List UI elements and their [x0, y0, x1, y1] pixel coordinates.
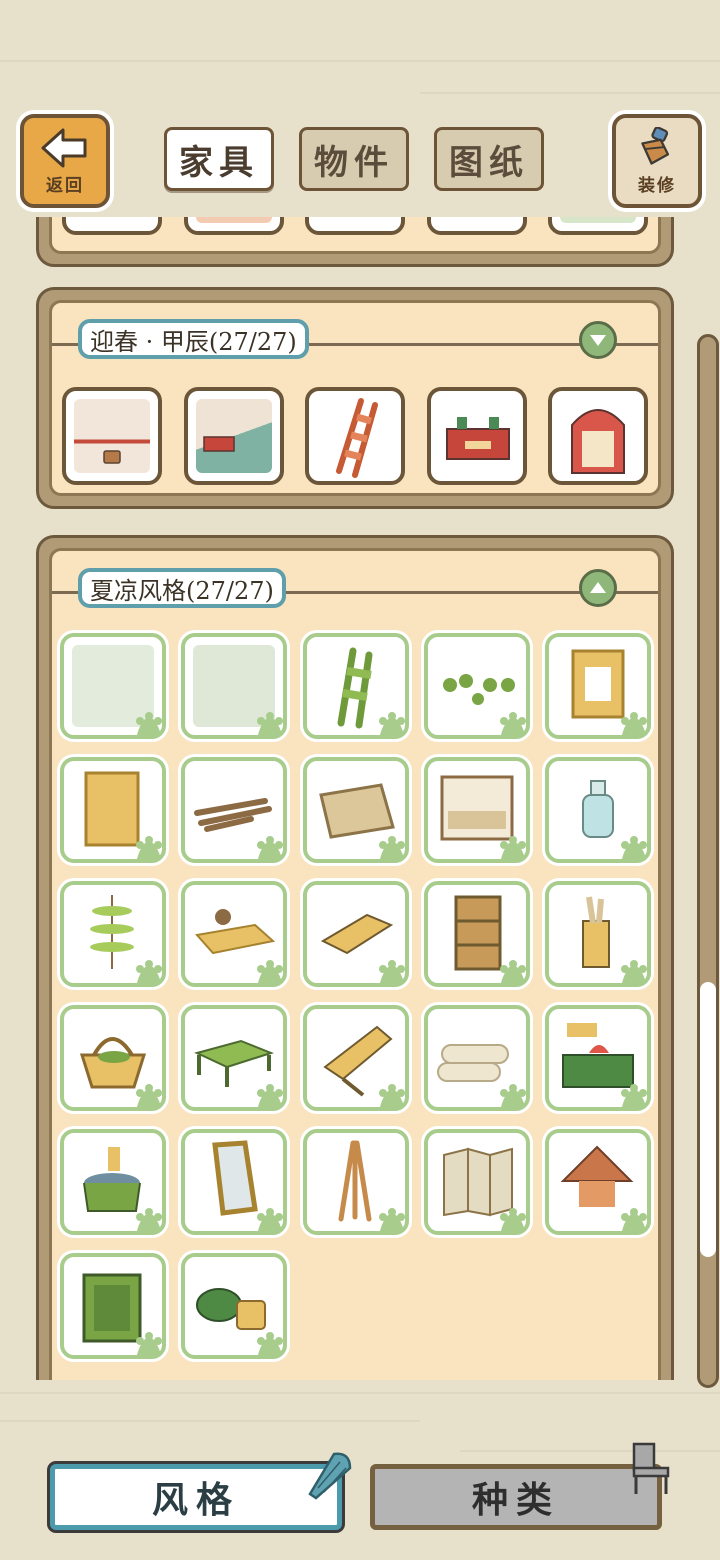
style-filter-button[interactable]: 风格 [50, 1464, 342, 1530]
tab-objects[interactable]: 物件 [299, 127, 409, 191]
seashell-icon [308, 1452, 352, 1500]
summer-item-bamboo-mirror[interactable] [181, 1129, 287, 1235]
summer-item-bamboo-shelf[interactable] [424, 881, 530, 987]
back-button[interactable]: 返回 [20, 114, 110, 208]
frog-foot-icon [500, 960, 526, 983]
chair-icon [632, 1442, 670, 1494]
prev-item-5[interactable] [548, 217, 648, 235]
prev-item-3[interactable] [305, 217, 405, 235]
summer-item-scroll-stand[interactable] [545, 881, 651, 987]
frog-foot-icon [379, 1208, 405, 1231]
railing-icon [203, 436, 235, 452]
frog-foot-icon [257, 1084, 283, 1107]
frog-foot-icon [136, 836, 162, 859]
frog-foot-icon [621, 1084, 647, 1107]
spring-item-wall[interactable] [62, 387, 162, 485]
paint-brush-icon [641, 126, 670, 165]
summer-item-bamboo-wall[interactable] [60, 633, 166, 739]
summer-item-rolled-mats[interactable] [424, 1005, 530, 1111]
summer-item-bamboo-door[interactable] [60, 757, 166, 863]
summer-item-bamboo-screen[interactable] [424, 1129, 530, 1235]
summer-item-watermelon-basket[interactable] [181, 1253, 287, 1359]
collapse-section-button[interactable] [579, 569, 617, 607]
frog-foot-icon [621, 960, 647, 983]
chevron-down-icon [590, 335, 606, 346]
section-title-spring: 迎春 · 甲辰(27/27) [78, 319, 309, 359]
summer-item-glass-bottle[interactable] [545, 757, 651, 863]
frog-foot-icon [257, 836, 283, 859]
style-filter-label: 风格 [151, 1480, 240, 1521]
frog-foot-icon [500, 1084, 526, 1107]
frog-foot-icon [136, 960, 162, 983]
frog-foot-icon [500, 712, 526, 735]
frog-foot-icon [621, 712, 647, 735]
summer-item-bamboo-crate[interactable] [60, 1253, 166, 1359]
frog-foot-icon [257, 1332, 283, 1355]
summer-item-tea-table[interactable] [181, 881, 287, 987]
summer-item-water-bucket[interactable] [60, 1129, 166, 1235]
summer-item-lounge-chair[interactable] [303, 1005, 409, 1111]
frog-foot-icon [379, 712, 405, 735]
summer-item-watermelon-counter[interactable] [545, 1005, 651, 1111]
frog-foot-icon [379, 960, 405, 983]
frog-foot-icon [136, 1084, 162, 1107]
back-arrow-icon [41, 128, 87, 167]
frog-foot-icon [136, 712, 162, 735]
summer-item-bamboo-floor[interactable] [181, 633, 287, 739]
frog-foot-icon [257, 960, 283, 983]
spring-item-floor[interactable] [184, 387, 284, 485]
tab-blueprints[interactable]: 图纸 [434, 127, 544, 191]
summer-item-bamboo-stool[interactable] [303, 881, 409, 987]
frog-foot-icon [257, 712, 283, 735]
frog-foot-icon [379, 836, 405, 859]
section-title-summer: 夏凉风格(27/27) [78, 568, 286, 608]
chevron-up-icon [590, 582, 606, 593]
spring-item-bench[interactable] [427, 387, 527, 485]
spring-item-ladder[interactable] [305, 387, 405, 485]
decorate-button[interactable]: 装修 [612, 114, 702, 208]
frog-foot-icon [500, 1208, 526, 1231]
bucket-icon [103, 450, 121, 464]
tab-furniture[interactable]: 家具 [164, 127, 274, 191]
red-ladder-icon [336, 398, 378, 478]
summer-item-leaf-chime[interactable] [60, 881, 166, 987]
frog-foot-icon [257, 1208, 283, 1231]
summer-item-bamboo-stools[interactable] [424, 633, 530, 739]
prev-item-1[interactable] [62, 217, 162, 235]
decorate-label: 装修 [638, 175, 676, 196]
summer-item-thatched-lamp[interactable] [545, 1129, 651, 1235]
summer-item-bamboo-ladder[interactable] [303, 633, 409, 739]
frog-foot-icon [621, 1208, 647, 1231]
back-label: 返回 [46, 175, 84, 196]
frog-foot-icon [500, 836, 526, 859]
furniture-list[interactable]: 迎春 · 甲辰(27/27) 夏凉风格(27/27) [0, 217, 720, 1380]
frog-foot-icon [621, 836, 647, 859]
frog-foot-icon [379, 1084, 405, 1107]
category-filter-label: 种类 [471, 1480, 560, 1521]
summer-item-bamboo-basket[interactable] [60, 1005, 166, 1111]
frog-foot-icon [136, 1208, 162, 1231]
spring-item-window[interactable] [548, 387, 648, 485]
red-bench-icon [446, 417, 510, 460]
prev-item-2[interactable] [184, 217, 284, 235]
summer-item-bamboo-tripod[interactable] [303, 1129, 409, 1235]
red-window-icon [571, 409, 625, 474]
prev-item-4[interactable] [427, 217, 527, 235]
expand-section-button[interactable] [579, 321, 617, 359]
summer-item-canopy-bed[interactable] [424, 757, 530, 863]
frog-foot-icon [136, 1332, 162, 1355]
summer-item-bamboo-window[interactable] [545, 633, 651, 739]
scrollbar-thumb[interactable] [700, 982, 716, 1257]
summer-item-bamboo-sticks[interactable] [181, 757, 287, 863]
summer-item-green-table[interactable] [181, 1005, 287, 1111]
summer-item-bamboo-mat[interactable] [303, 757, 409, 863]
category-filter-button[interactable]: 种类 [370, 1464, 662, 1530]
